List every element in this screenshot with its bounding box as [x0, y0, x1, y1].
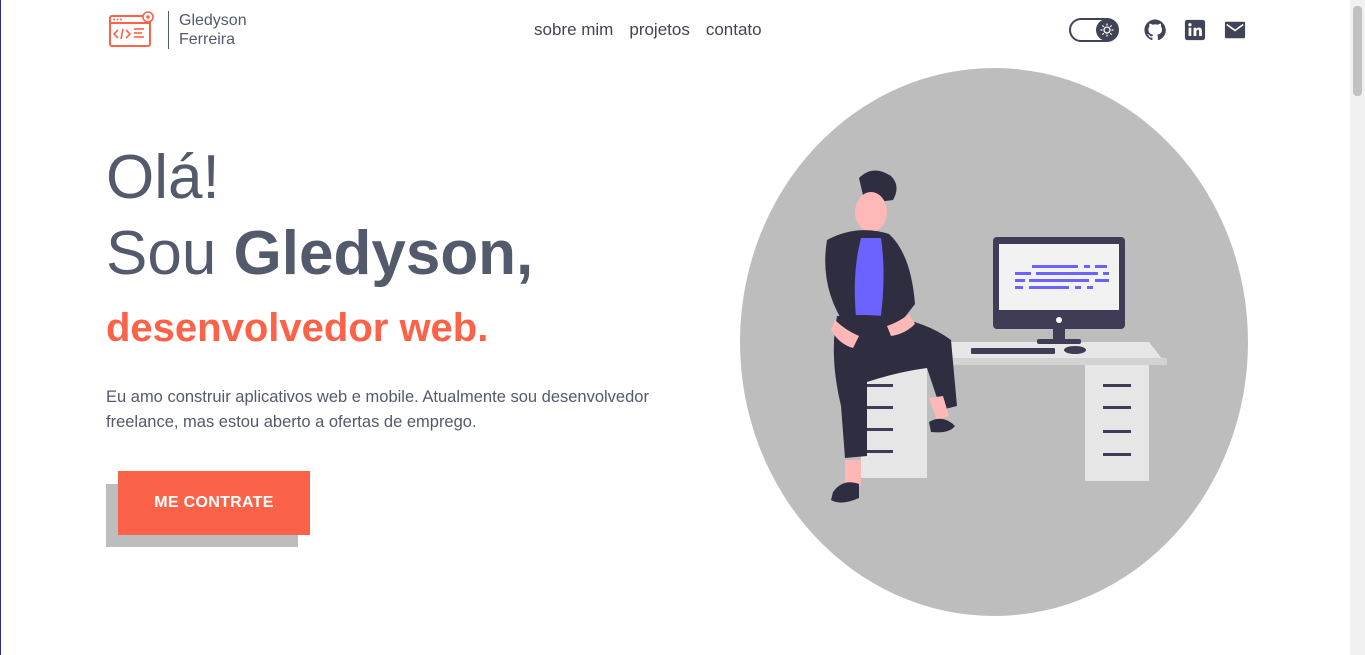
main-nav: sobre mim projetos contato	[534, 20, 762, 40]
theme-toggle[interactable]	[1069, 18, 1119, 42]
linkedin-icon[interactable]	[1184, 19, 1206, 41]
developer-illustration	[740, 68, 1248, 616]
nav-link-projetos[interactable]: projetos	[629, 20, 689, 40]
mail-icon[interactable]	[1224, 19, 1246, 41]
logo[interactable]: Gledyson Ferreira	[108, 10, 247, 50]
role-title: desenvolvedor web.	[106, 306, 489, 350]
hero-heading: Olá! Sou Gledyson,	[106, 140, 533, 292]
greeting: Olá!	[106, 143, 220, 212]
hero-description: Eu amo construir aplicativos web e mobil…	[106, 388, 649, 431]
logo-text: Gledyson Ferreira	[179, 11, 247, 49]
hire-me-button[interactable]: ME CONTRATE	[118, 471, 310, 535]
hero-name: Gledyson,	[233, 219, 534, 288]
scrollbar-thumb[interactable]	[1353, 6, 1362, 96]
nav-link-sobre-mim[interactable]: sobre mim	[534, 20, 613, 40]
nav-link-contato[interactable]: contato	[706, 20, 762, 40]
logo-first-name: Gledyson	[179, 12, 247, 29]
scrollbar[interactable]	[1350, 0, 1365, 655]
logo-divider	[168, 11, 169, 49]
sun-icon	[1096, 19, 1118, 41]
github-icon[interactable]	[1144, 19, 1166, 41]
code-window-icon	[109, 11, 154, 47]
logo-last-name: Ferreira	[179, 31, 236, 48]
intro-prefix: Sou	[106, 219, 234, 288]
